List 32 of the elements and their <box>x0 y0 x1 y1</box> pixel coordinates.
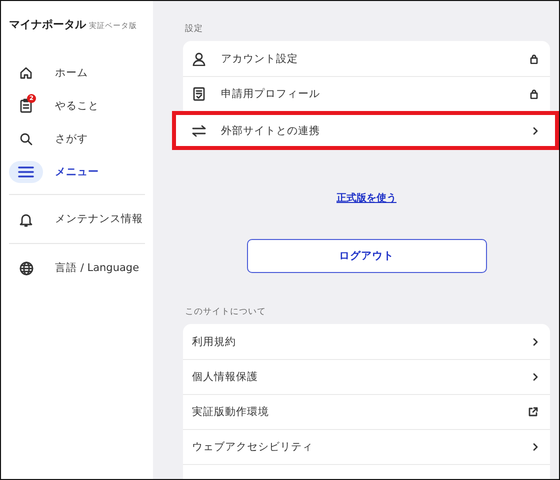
official-version-link[interactable]: 正式版を使う <box>336 193 396 204</box>
nav-item[interactable]: ホーム <box>9 56 145 89</box>
external-link-icon <box>528 407 538 417</box>
menu-icon <box>18 166 34 178</box>
menu-row[interactable]: 実証版動作環境 <box>183 394 550 429</box>
app-title: マイナポータル <box>9 17 86 32</box>
nav-item[interactable]: 言語 / Language <box>9 250 145 286</box>
lock-icon <box>530 89 538 99</box>
section-heading: 設定 <box>185 23 204 35</box>
menu-row[interactable]: ウェブアクセシビリティ <box>183 429 550 464</box>
bell-icon <box>19 212 33 226</box>
lock-icon <box>530 54 538 64</box>
chevron-right-icon <box>533 373 538 381</box>
search-icon <box>19 132 33 146</box>
nav-item[interactable]: メンテナンス情報 <box>9 201 145 237</box>
chevron-right-icon <box>533 126 538 134</box>
nav-item[interactable]: さがす <box>9 122 145 155</box>
logout-button[interactable]: ログアウト <box>246 239 486 273</box>
menu-row[interactable]: アカウント設定 <box>183 41 550 76</box>
menu-row[interactable]: 外部サイトとの連携 <box>172 111 559 150</box>
menu-row[interactable]: 利用規約 <box>183 324 550 359</box>
swap-arrows-icon <box>192 124 206 136</box>
document-icon <box>193 87 205 101</box>
chevron-right-icon <box>533 338 538 346</box>
home-icon <box>19 66 33 80</box>
nav-item[interactable]: メニュー <box>9 155 145 188</box>
globe-icon <box>18 260 34 276</box>
menu-row[interactable]: 個人情報保護 <box>183 359 550 394</box>
section-heading: このサイトについて <box>185 306 267 318</box>
chevron-right-icon <box>533 443 538 451</box>
clipboard-icon <box>19 98 33 113</box>
person-icon <box>192 52 206 66</box>
